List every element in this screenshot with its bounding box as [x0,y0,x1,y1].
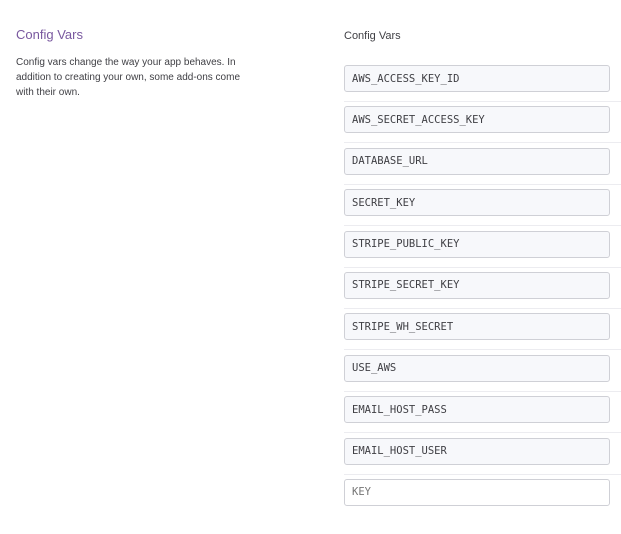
config-var-key-input[interactable] [344,106,610,134]
config-var-row [344,313,621,354]
config-var-row [344,230,621,272]
config-var-key-input[interactable] [344,271,610,299]
section-title: Config Vars [16,27,83,42]
config-vars-intro: Config Vars Config vars change the way y… [16,27,256,100]
config-var-key-input[interactable] [344,437,610,465]
config-var-key-input[interactable] [344,65,610,92]
config-var-key-input[interactable] [344,147,610,175]
config-var-row [344,354,621,396]
new-config-var-key-input[interactable] [344,478,610,506]
config-var-row [344,106,621,147]
config-var-row [344,65,621,106]
section-description: Config vars change the way your app beha… [16,57,241,98]
config-var-key-input[interactable] [344,313,610,341]
config-vars-heading: Config Vars [344,30,401,42]
config-var-row [344,189,621,230]
config-vars-list [344,65,621,520]
config-var-row [344,147,621,189]
config-var-key-input[interactable] [344,230,610,258]
config-var-key-input[interactable] [344,354,610,382]
config-vars-panel: Config Vars [344,29,621,506]
config-var-row [344,437,621,479]
config-var-key-input[interactable] [344,189,610,217]
new-config-var-row [344,478,621,520]
config-var-key-input[interactable] [344,396,610,424]
config-var-row [344,271,621,313]
config-var-row [344,396,621,437]
